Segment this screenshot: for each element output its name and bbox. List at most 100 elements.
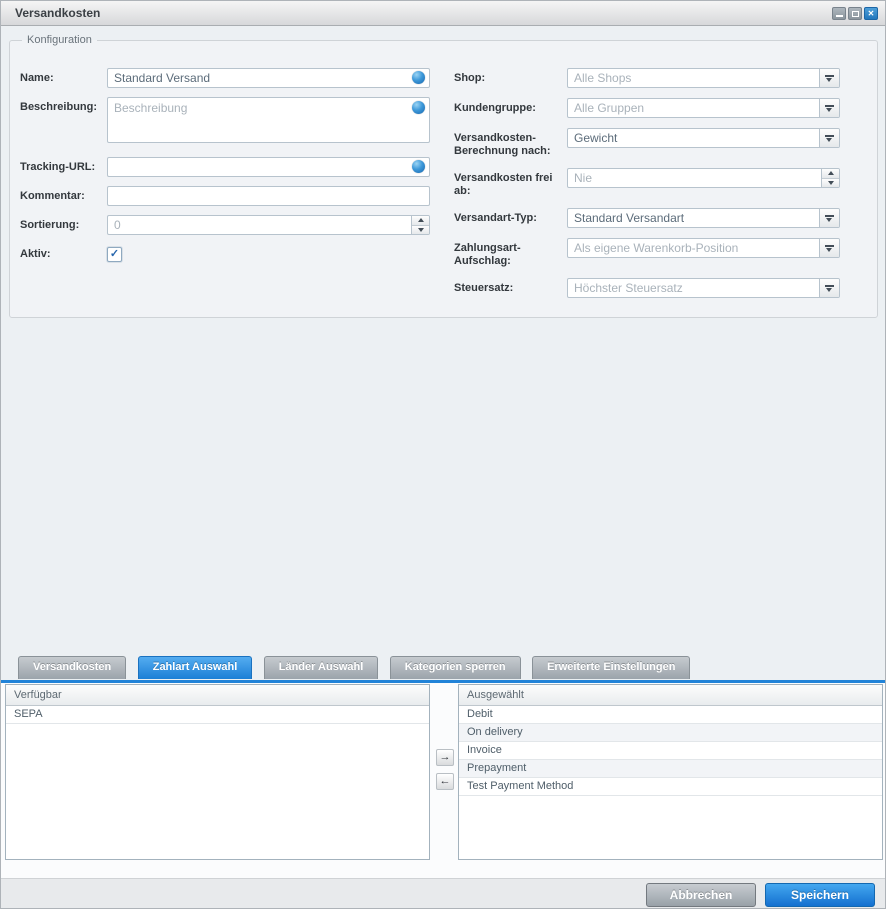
aktiv-checkbox[interactable]: ✓	[107, 247, 122, 262]
arrow-down-icon	[418, 228, 424, 232]
available-panel: Verfügbar SEPA	[5, 684, 430, 860]
tab-erweiterte-einstellungen[interactable]: Erweiterte Einstellungen	[532, 656, 690, 679]
dropdown-trigger[interactable]	[819, 239, 839, 257]
berechnung-combobox[interactable]: Gewicht	[567, 128, 840, 148]
tabbar: Versandkosten Zahlart Auswahl Länder Aus…	[1, 656, 885, 680]
sortierung-spinner-field[interactable]: 0	[107, 215, 430, 235]
spinner-up-button[interactable]	[822, 169, 839, 179]
list-item[interactable]: Debit	[459, 706, 882, 724]
minimize-button[interactable]	[832, 7, 846, 20]
list-item[interactable]: SEPA	[6, 706, 429, 724]
dropdown-trigger[interactable]	[819, 209, 839, 227]
titlebar: Versandkosten ✕	[1, 1, 885, 26]
spinner	[411, 216, 429, 234]
frei-ab-label: Versandkosten frei ab:	[454, 168, 567, 198]
versandkosten-window: Versandkosten ✕ Konfiguration Name: Besc…	[0, 0, 886, 909]
close-icon: ✕	[868, 10, 875, 18]
available-header: Verfügbar	[6, 685, 429, 706]
globe-icon[interactable]	[412, 101, 425, 114]
dropdown-trigger[interactable]	[819, 99, 839, 117]
kundengruppe-label: Kundengruppe:	[454, 98, 567, 115]
close-button[interactable]: ✕	[864, 7, 878, 20]
config-column-left: Name: Beschreibung: Tracking-URL:	[20, 68, 430, 271]
berechnung-label: Versandkosten-Berechnung nach:	[454, 128, 567, 158]
dropdown-trigger[interactable]	[819, 279, 839, 297]
field-sortierung: Sortierung: 0	[20, 215, 430, 235]
selected-panel: Ausgewählt Debit On delivery Invoice Pre…	[458, 684, 883, 860]
window-title: Versandkosten	[15, 6, 100, 20]
tab-kategorien-sperren[interactable]: Kategorien sperren	[390, 656, 521, 679]
checkmark-icon: ✓	[110, 249, 119, 260]
shop-label: Shop:	[454, 68, 567, 85]
tab-versandkosten[interactable]: Versandkosten	[18, 656, 126, 679]
chevron-down-icon	[825, 104, 834, 112]
config-column-right: Shop: Alle Shops Kundengruppe: Alle Grup…	[454, 68, 840, 308]
transfer-buttons: → ←	[436, 749, 454, 790]
steuersatz-label: Steuersatz:	[454, 278, 567, 295]
maximize-button[interactable]	[848, 7, 862, 20]
steuersatz-combobox[interactable]: Höchster Steuersatz	[567, 278, 840, 298]
kommentar-input[interactable]	[107, 186, 430, 206]
maximize-icon	[852, 11, 859, 17]
tab-zahlart-auswahl[interactable]: Zahlart Auswahl	[138, 656, 253, 679]
field-tracking-url: Tracking-URL:	[20, 157, 430, 177]
fieldset-legend: Konfiguration	[22, 34, 97, 46]
field-zahlungsart-aufschlag: Zahlungsart-Aufschlag: Als eigene Warenk…	[454, 238, 840, 268]
chevron-down-icon	[825, 74, 834, 82]
dropdown-trigger[interactable]	[819, 69, 839, 87]
arrow-up-icon	[418, 218, 424, 222]
field-aktiv: Aktiv: ✓	[20, 244, 430, 262]
aktiv-label: Aktiv:	[20, 244, 107, 261]
save-button[interactable]: Speichern	[765, 883, 875, 907]
spinner-down-button[interactable]	[822, 179, 839, 188]
kommentar-label: Kommentar:	[20, 186, 107, 203]
globe-icon[interactable]	[412, 160, 425, 173]
shop-combobox[interactable]: Alle Shops	[567, 68, 840, 88]
field-beschreibung: Beschreibung:	[20, 97, 430, 148]
field-shop: Shop: Alle Shops	[454, 68, 840, 88]
globe-icon[interactable]	[412, 71, 425, 84]
field-kundengruppe: Kundengruppe: Alle Gruppen	[454, 98, 840, 118]
chevron-down-icon	[825, 214, 834, 222]
move-right-button[interactable]: →	[436, 749, 454, 766]
name-input[interactable]	[107, 68, 430, 88]
field-kommentar: Kommentar:	[20, 186, 430, 206]
footer-toolbar: Abbrechen Speichern	[1, 878, 885, 909]
spinner-up-button[interactable]	[412, 216, 429, 226]
selected-header: Ausgewählt	[459, 685, 882, 706]
arrow-down-icon	[828, 181, 834, 185]
list-item[interactable]: Test Payment Method	[459, 778, 882, 796]
list-item[interactable]: Invoice	[459, 742, 882, 760]
beschreibung-textarea[interactable]	[107, 97, 430, 143]
arrow-up-icon	[828, 171, 834, 175]
tracking-url-input[interactable]	[107, 157, 430, 177]
versandart-typ-label: Versandart-Typ:	[454, 208, 567, 225]
konfiguration-fieldset: Konfiguration Name: Beschreibung: Tracki…	[9, 34, 878, 318]
tab-laender-auswahl[interactable]: Länder Auswahl	[264, 656, 379, 679]
name-label: Name:	[20, 68, 107, 85]
kundengruppe-combobox[interactable]: Alle Gruppen	[567, 98, 840, 118]
cancel-button[interactable]: Abbrechen	[646, 883, 756, 907]
field-steuersatz: Steuersatz: Höchster Steuersatz	[454, 278, 840, 298]
spinner-down-button[interactable]	[412, 226, 429, 235]
sortierung-value: 0	[108, 216, 411, 234]
minimize-icon	[836, 15, 843, 17]
beschreibung-label: Beschreibung:	[20, 97, 107, 114]
dropdown-trigger[interactable]	[819, 129, 839, 147]
field-frei-ab: Versandkosten frei ab: Nie	[454, 168, 840, 198]
field-versandart-typ: Versandart-Typ: Standard Versandart	[454, 208, 840, 228]
chevron-down-icon	[825, 134, 834, 142]
tracking-url-label: Tracking-URL:	[20, 157, 107, 174]
frei-ab-spinner-field[interactable]: Nie	[567, 168, 840, 188]
move-left-button[interactable]: ←	[436, 773, 454, 790]
list-item[interactable]: Prepayment	[459, 760, 882, 778]
field-name: Name:	[20, 68, 430, 88]
list-item[interactable]: On delivery	[459, 724, 882, 742]
zahlungsart-aufschlag-combobox[interactable]: Als eigene Warenkorb-Position	[567, 238, 840, 258]
chevron-down-icon	[825, 284, 834, 292]
zahlart-auswahl-panel: Verfügbar SEPA → ← Ausgewählt Debit On d…	[1, 683, 885, 878]
chevron-down-icon	[825, 244, 834, 252]
versandart-typ-combobox[interactable]: Standard Versandart	[567, 208, 840, 228]
zahlungsart-aufschlag-label: Zahlungsart-Aufschlag:	[454, 238, 567, 268]
spinner	[821, 169, 839, 187]
